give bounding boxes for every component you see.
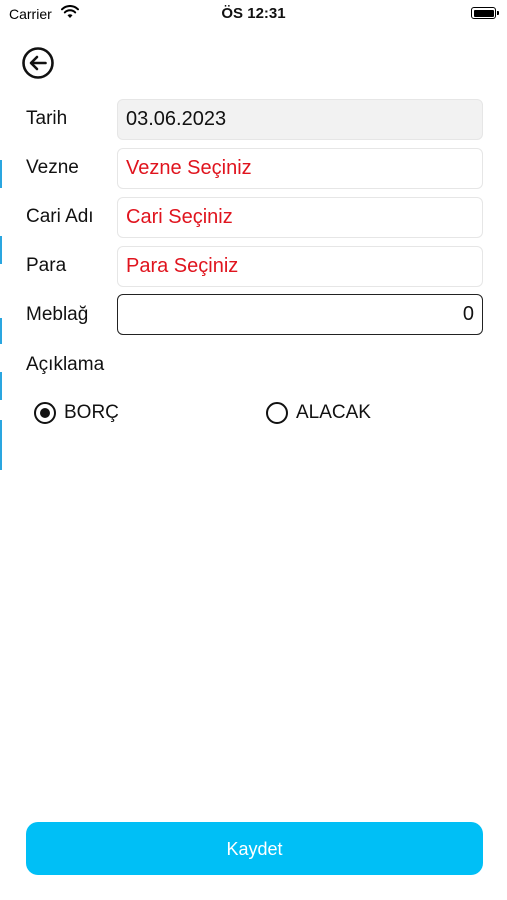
save-button[interactable]: Kaydet bbox=[26, 822, 483, 875]
status-time: ÖS 12:31 bbox=[221, 5, 286, 22]
alacak-radio[interactable]: ALACAK bbox=[266, 402, 371, 424]
amount-input[interactable]: 0 bbox=[117, 294, 483, 335]
vezne-label: Vezne bbox=[26, 157, 79, 178]
left-edge-stripe bbox=[0, 236, 2, 264]
date-field[interactable]: 03.06.2023 bbox=[117, 99, 483, 140]
para-label: Para bbox=[26, 255, 67, 276]
cari-label: Cari Adı bbox=[26, 206, 94, 227]
back-arrow-icon[interactable] bbox=[21, 46, 55, 80]
left-edge-stripe bbox=[0, 160, 2, 188]
para-select[interactable]: Para Seçiniz bbox=[117, 246, 483, 287]
alacak-label: ALACAK bbox=[296, 402, 371, 423]
aciklama-label: Açıklama bbox=[26, 354, 105, 375]
borc-label: BORÇ bbox=[64, 402, 119, 423]
meblag-label: Meblağ bbox=[26, 304, 89, 325]
left-edge-stripe bbox=[0, 372, 2, 400]
borc-radio[interactable]: BORÇ bbox=[34, 402, 119, 424]
left-edge-stripe bbox=[0, 420, 2, 470]
radio-selected-icon[interactable] bbox=[34, 402, 56, 424]
cari-select[interactable]: Cari Seçiniz bbox=[117, 197, 483, 238]
battery-icon bbox=[471, 7, 499, 19]
vezne-select[interactable]: Vezne Seçiniz bbox=[117, 148, 483, 189]
date-label: Tarih bbox=[26, 108, 68, 129]
left-edge-stripe bbox=[0, 318, 2, 344]
radio-unselected-icon[interactable] bbox=[266, 402, 288, 424]
status-bar: Carrier ÖS 12:31 bbox=[0, 0, 507, 28]
